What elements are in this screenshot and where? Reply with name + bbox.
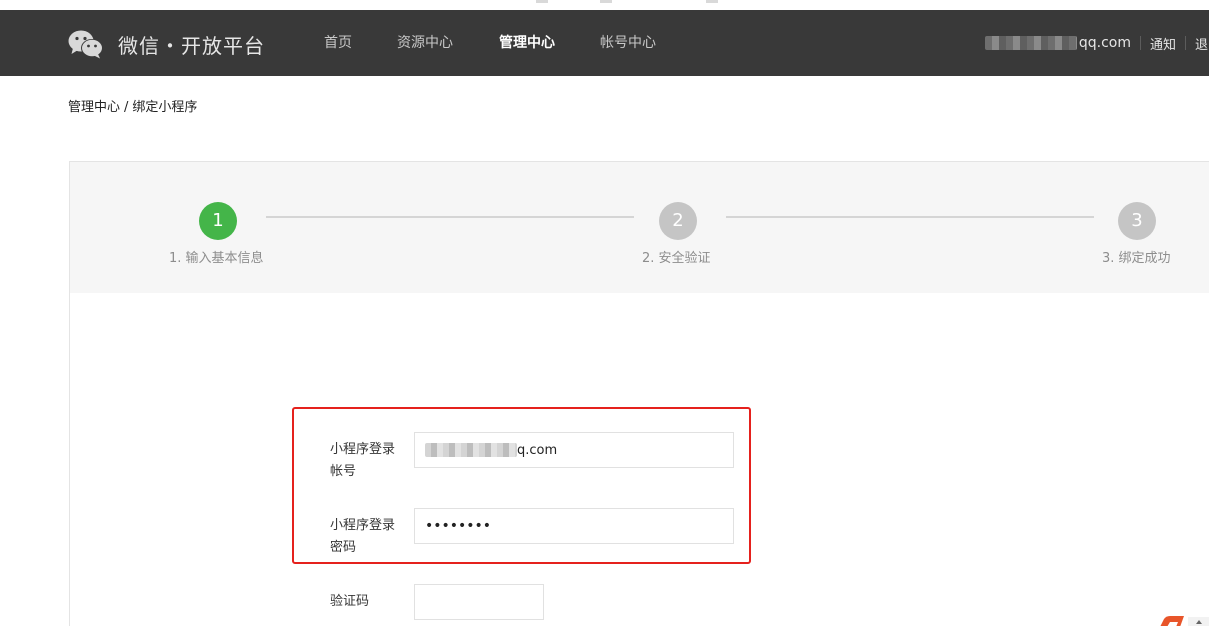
nav-resource-center[interactable]: 资源中心 [397, 10, 453, 76]
account-email-redacted [984, 36, 1077, 50]
step-1-circle: 1 [199, 202, 237, 240]
top-fragment [600, 0, 612, 3]
user-area: qq.com 通知 退出 [984, 10, 1209, 76]
nav-divider [1184, 36, 1186, 50]
breadcrumb-current: 绑定小程序 [132, 100, 198, 115]
highlight-box [292, 407, 751, 564]
step-indicator: 1 2 3 1. 输入基本信息 2. 安全验证 3. 绑定成功 [70, 162, 1209, 293]
captcha-label: 验证码 [330, 594, 370, 609]
step-3-label: 3. 绑定成功 [1102, 251, 1171, 266]
wechat-icon [68, 29, 104, 59]
logout-link[interactable]: 退出 [1195, 34, 1209, 53]
nav-home[interactable]: 首页 [324, 10, 352, 76]
top-fragment [536, 0, 548, 3]
step-1-label: 1. 输入基本信息 [169, 251, 264, 266]
brand-logo[interactable]: 微信・开放平台 [68, 26, 265, 62]
step-2-circle: 2 [659, 202, 697, 240]
step-2-label: 2. 安全验证 [642, 251, 711, 266]
breadcrumb: 管理中心 / 绑定小程序 [68, 96, 197, 115]
step-3-circle: 3 [1118, 202, 1156, 240]
notify-link[interactable]: 通知 [1150, 34, 1176, 53]
nav-account-center[interactable]: 帐号中心 [600, 10, 656, 76]
step-connector [266, 216, 634, 218]
nav-divider [1139, 36, 1141, 50]
nav-management-center[interactable]: 管理中心 [499, 10, 555, 76]
brand-name: 微信・开放平台 [118, 33, 265, 58]
breadcrumb-separator: / [124, 100, 129, 115]
top-navbar: 微信・开放平台 首页 资源中心 管理中心 帐号中心 qq.com 通知 退出 [0, 10, 1209, 76]
step-connector [726, 216, 1094, 218]
floating-widget-icon[interactable] [1158, 612, 1209, 626]
captcha-input[interactable] [414, 584, 544, 620]
breadcrumb-parent[interactable]: 管理中心 [68, 100, 120, 115]
top-fragment [706, 0, 718, 3]
browser-top-strip [0, 0, 1209, 10]
account-email[interactable]: qq.com [1079, 35, 1131, 51]
